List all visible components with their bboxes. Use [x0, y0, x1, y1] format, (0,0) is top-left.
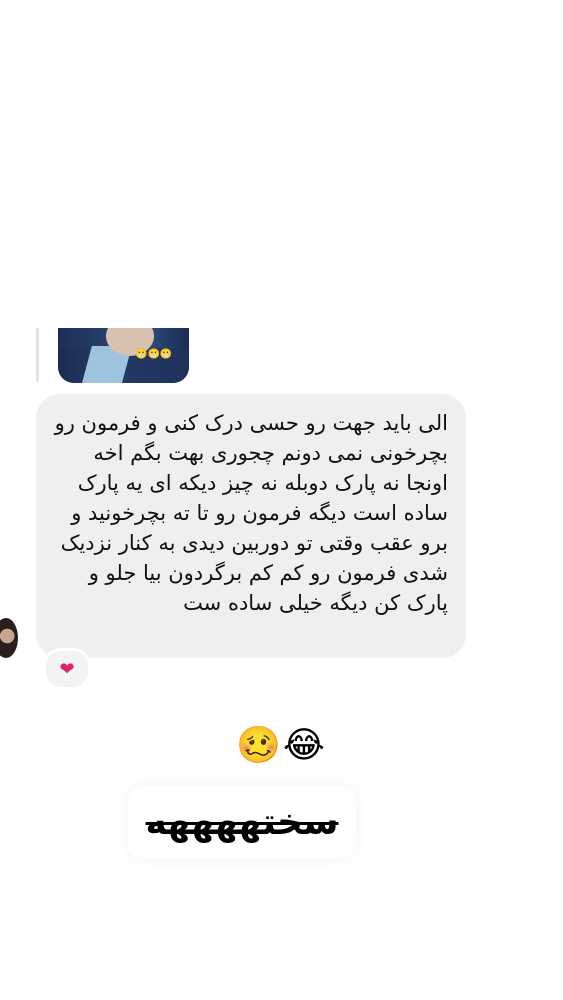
reply-quote-bar	[36, 328, 39, 382]
sticker-text: سختههههه	[145, 801, 339, 843]
message-text: الی باید جهت رو حسی درک کنی و فرمون رو ب…	[54, 411, 448, 615]
replied-story-thumbnail[interactable]: 😬😬😬	[58, 328, 189, 383]
story-text-sticker: سختههههه	[128, 786, 356, 858]
message-bubble[interactable]: الی باید جهت رو حسی درک کنی و فرمون رو ب…	[36, 394, 466, 658]
heart-reaction-icon[interactable]: ❤	[43, 648, 91, 690]
thumbnail-emoji-overlay: 😬😬😬	[135, 349, 173, 360]
sender-avatar[interactable]	[0, 618, 18, 658]
story-emojis: 🥴😂	[236, 725, 327, 766]
